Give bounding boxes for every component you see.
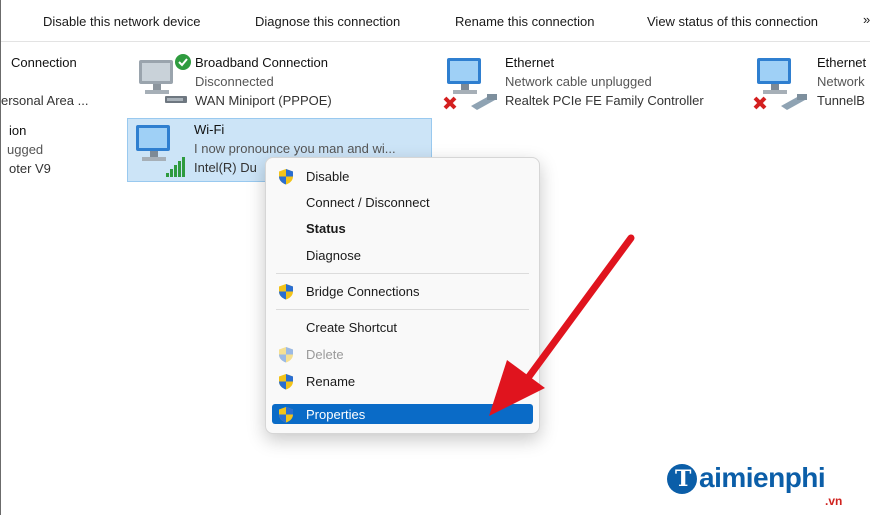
adapter-name: Ethernet — [505, 55, 555, 70]
adapter-device: ersonal Area ... — [1, 93, 89, 108]
adapter-status: Network cable unplugged — [505, 74, 652, 89]
adapter-name: Ethernet — [817, 55, 867, 70]
command-bar: Disable this network device Diagnose thi… — [1, 0, 870, 42]
adapter-device: Intel(R) Du — [194, 160, 257, 175]
menu-item-label: Disable — [306, 169, 350, 184]
uac-shield-icon — [279, 347, 293, 363]
menu-item-label: Delete — [306, 347, 344, 362]
adapter-name: Wi-Fi — [194, 122, 225, 137]
adapter-partial-left-1[interactable]: Connection ersonal Area ... — [1, 54, 121, 114]
logo-word: aimienphi — [699, 462, 826, 493]
menu-item-label: Rename — [306, 374, 356, 389]
adapter-device: WAN Miniport (PPPOE) — [195, 93, 332, 108]
rename-connection-button[interactable]: Rename this connection — [455, 14, 594, 29]
adapter-name: Connection — [11, 55, 77, 70]
uac-shield-icon — [279, 407, 293, 423]
adapter-status: Network — [817, 74, 865, 89]
logo-tld: .vn — [825, 494, 843, 508]
network-adapter-icon — [139, 54, 191, 103]
uac-shield-icon — [279, 284, 293, 300]
adapter-status: I now pronounce you man and wi... — [194, 141, 396, 156]
more-commands-icon[interactable]: » — [863, 12, 870, 27]
menu-item-label: Create Shortcut — [306, 320, 398, 335]
logo-mark: T — [667, 464, 697, 494]
adapter-device: Realtek PCIe FE Family Controller — [505, 93, 704, 108]
adapter-status: Disconnected — [195, 74, 274, 89]
menu-item-connect-disconnect[interactable]: Connect / Disconnect — [266, 190, 539, 214]
adapter-name: Broadband Connection — [195, 55, 328, 70]
adapter-device: TunnelB — [817, 93, 865, 108]
network-adapter-icon — [443, 58, 497, 110]
menu-item-label: Properties — [306, 407, 366, 422]
menu-item-label: Diagnose — [306, 248, 361, 263]
menu-item-disable[interactable]: Disable — [266, 164, 539, 188]
network-adapter-icon — [753, 58, 807, 110]
menu-item-label: Status — [306, 221, 346, 236]
adapter-partial-left-2[interactable]: ion ugged oter V9 — [1, 122, 121, 182]
diagnose-connection-button[interactable]: Diagnose this connection — [255, 14, 400, 29]
view-status-button[interactable]: View status of this connection — [647, 14, 818, 29]
menu-item-label: Bridge Connections — [306, 284, 420, 299]
adapter-ethernet[interactable]: Ethernet Network cable unplugged Realtek… — [441, 52, 741, 114]
wifi-adapter-icon — [136, 125, 185, 177]
adapter-device: oter V9 — [9, 161, 51, 176]
adapter-status: ugged — [7, 142, 44, 157]
adapter-name: ion — [9, 123, 27, 138]
adapter-broadband[interactable]: Broadband Connection Disconnected WAN Mi… — [129, 52, 389, 114]
menu-item-label: Connect / Disconnect — [306, 195, 430, 210]
network-connections-window: Disable this network device Diagnose thi… — [0, 0, 870, 515]
uac-shield-icon — [279, 374, 293, 390]
disable-device-button[interactable]: Disable this network device — [43, 14, 201, 29]
annotation-arrow-icon — [489, 234, 635, 416]
adapter-ethernet-2[interactable]: Ethernet Network TunnelB — [751, 52, 870, 114]
uac-shield-icon — [279, 169, 293, 185]
